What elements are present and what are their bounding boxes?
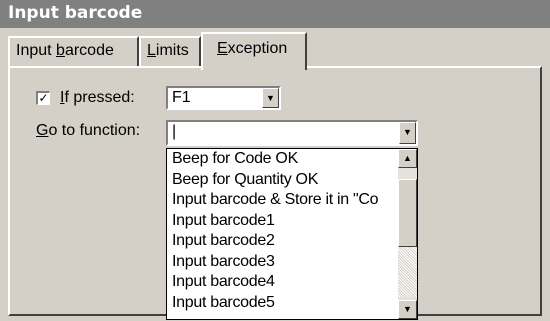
list-item[interactable]: Input barcode4 — [167, 272, 396, 293]
go-to-function-combo[interactable]: | ▼ — [166, 120, 418, 146]
scroll-up-button[interactable]: ▲ — [398, 149, 417, 168]
dropdown-arrow-glyph: ▼ — [403, 127, 412, 137]
checkmark-icon: ✓ — [38, 91, 49, 105]
list-item[interactable]: Beep for Code OK — [167, 149, 396, 170]
tab-limits[interactable]: Limits — [139, 36, 201, 66]
tab-label-suffix: imits — [155, 42, 189, 59]
scroll-down-button[interactable]: ▼ — [398, 300, 417, 319]
chevron-down-icon[interactable]: ▼ — [399, 122, 416, 144]
combo-value: F1 — [172, 89, 191, 106]
tab-input-barcode[interactable]: Input barcode — [8, 36, 139, 66]
list-item[interactable]: Input barcode3 — [167, 252, 396, 273]
if-pressed-checkbox[interactable]: ✓ — [36, 91, 50, 105]
go-to-function-label: Go to function: — [36, 122, 140, 140]
function-options: Beep for Code OK Beep for Quantity OK In… — [167, 149, 396, 313]
tab-label-suffix: arcode — [64, 42, 114, 59]
list-item[interactable]: Input barcode2 — [167, 231, 396, 252]
combo-value[interactable]: | — [172, 123, 176, 141]
dropdown-arrow-glyph: ▼ — [266, 93, 275, 103]
label-mnemonic: G — [36, 122, 49, 139]
tab-label-suffix: xception — [227, 40, 288, 57]
tab-label-mnemonic: L — [147, 42, 156, 59]
list-item[interactable]: Beep for Quantity OK — [167, 170, 396, 191]
scroll-track[interactable] — [398, 247, 417, 297]
tab-label-mnemonic: E — [217, 40, 228, 57]
if-pressed-label: If pressed: — [60, 89, 135, 107]
chevron-down-icon[interactable]: ▼ — [262, 88, 279, 108]
label-rest: f pressed: — [64, 89, 135, 106]
chevron-up-icon: ▲ — [403, 153, 412, 163]
label-rest: o to function: — [48, 122, 141, 139]
tab-exception[interactable]: Exception — [201, 32, 307, 70]
tab-label-prefix: Input — [16, 42, 57, 59]
list-item[interactable]: Input barcode5 — [167, 293, 396, 314]
list-item[interactable]: Input barcode1 — [167, 211, 396, 232]
input-barcode-dialog: Input barcode Input barcode Limits Excep… — [0, 0, 550, 321]
vertical-scrollbar[interactable]: ▲ ▼ — [398, 149, 417, 319]
tab-label-mnemonic: b — [56, 42, 65, 59]
function-dropdown-list[interactable]: Beep for Code OK Beep for Quantity OK In… — [166, 148, 418, 320]
window-title: Input barcode — [0, 0, 550, 28]
chevron-down-icon: ▼ — [403, 304, 412, 314]
list-item[interactable]: Input barcode & Store it in "Co — [167, 190, 396, 211]
scroll-thumb[interactable] — [398, 179, 417, 247]
if-pressed-key-combo[interactable]: F1 ▼ — [166, 86, 281, 110]
